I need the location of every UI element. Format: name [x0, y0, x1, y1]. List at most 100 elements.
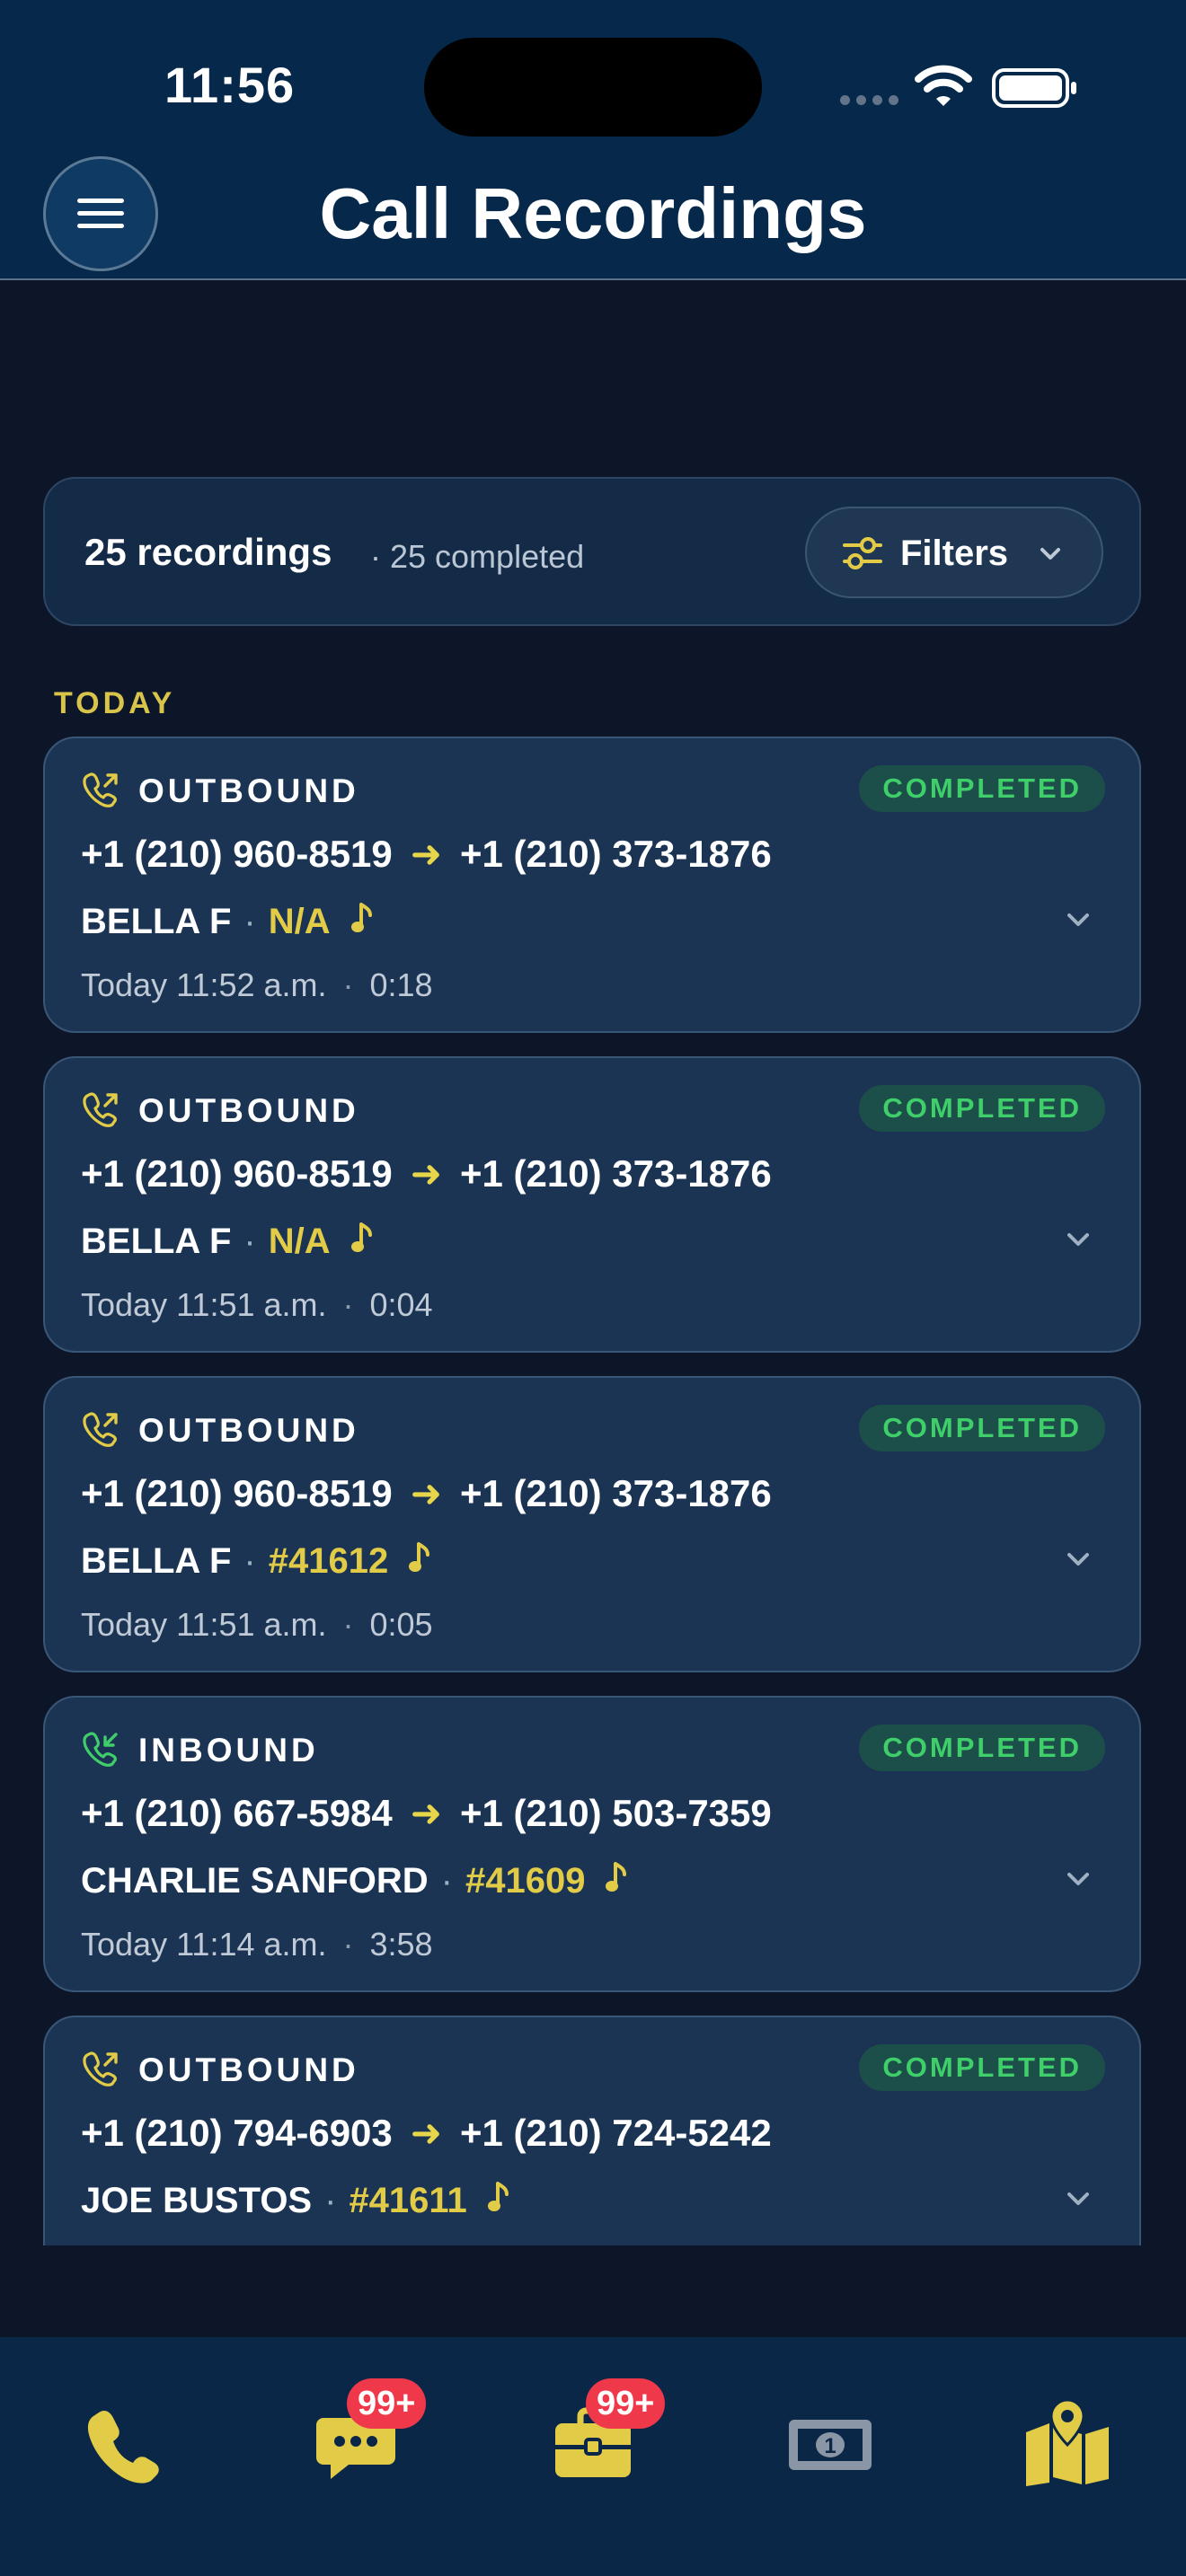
tab-calls[interactable] — [77, 2398, 167, 2488]
arrow-right-icon: ➜ — [410, 1792, 442, 1834]
call-time-line: Today 11:51 a.m. · 0:05 — [81, 1606, 433, 1644]
call-direction: OUTBOUND — [138, 2051, 359, 2088]
svg-text:1: 1 — [824, 2434, 836, 2458]
chevron-down-icon[interactable] — [1064, 905, 1093, 939]
status-badge: COMPLETED — [859, 1405, 1105, 1451]
cellular-signal-icon — [840, 93, 905, 110]
inbound-call-icon — [81, 1730, 120, 1774]
contact-name: BELLA F — [81, 902, 232, 941]
outbound-call-icon — [81, 2050, 120, 2094]
recording-card[interactable]: OUTBOUND COMPLETED +1 (210) 960-8519 ➜ +1 (2… — [43, 737, 1141, 1033]
call-direction: INBOUND — [138, 1732, 319, 1769]
call-numbers: +1 (210) 667-5984 ➜ +1 (210) 503-7359 — [81, 1791, 772, 1835]
status-badge: COMPLETED — [859, 1725, 1105, 1771]
call-meta: BELLA F · #41612 — [81, 1541, 431, 1584]
call-time: Today 11:51 a.m. — [81, 1606, 327, 1643]
job-reference: #41611 — [349, 2181, 467, 2220]
tab-bar: 99+ 99+ 1 — [0, 2337, 1186, 2576]
call-numbers: +1 (210) 960-8519 ➜ +1 (210) 373-1876 — [81, 1151, 772, 1195]
call-duration: 0:18 — [369, 966, 433, 1003]
call-numbers: +1 (210) 960-8519 ➜ +1 (210) 373-1876 — [81, 832, 772, 876]
to-number: +1 (210) 373-1876 — [459, 1472, 772, 1514]
separator-dot: · — [243, 1541, 256, 1581]
to-number: +1 (210) 373-1876 — [459, 833, 772, 875]
summary-card: 25 recordings · 25 completed Filters — [43, 477, 1141, 626]
job-reference: N/A — [268, 1222, 331, 1261]
music-note-icon — [605, 1862, 628, 1903]
call-numbers: +1 (210) 794-6903 ➜ +1 (210) 724-5242 — [81, 2111, 772, 2155]
call-direction: OUTBOUND — [138, 1412, 359, 1449]
filters-label: Filters — [900, 534, 1009, 573]
tab-payments[interactable]: 1 — [785, 2398, 875, 2488]
contact-name: BELLA F — [81, 1222, 232, 1261]
from-number: +1 (210) 960-8519 — [81, 1472, 393, 1514]
recording-card[interactable]: OUTBOUND COMPLETED +1 (210) 794-6903 ➜ +1 (2… — [43, 2016, 1141, 2245]
separator-dot: · — [243, 1222, 256, 1261]
chevron-down-icon[interactable] — [1064, 1545, 1093, 1578]
call-meta: CHARLIE SANFORD · #41609 — [81, 1861, 628, 1903]
recording-card[interactable]: OUTBOUND COMPLETED +1 (210) 960-8519 ➜ +1 (2… — [43, 1056, 1141, 1353]
call-time-line: Today 11:14 a.m. · 3:58 — [81, 1926, 433, 1963]
job-reference: N/A — [268, 902, 331, 941]
from-number: +1 (210) 667-5984 — [81, 1792, 393, 1834]
music-note-icon — [408, 1542, 431, 1584]
to-number: +1 (210) 373-1876 — [459, 1152, 772, 1195]
call-duration: 3:58 — [369, 1926, 433, 1963]
chevron-down-icon — [1040, 548, 1060, 560]
recording-card[interactable]: OUTBOUND COMPLETED +1 (210) 960-8519 ➜ +1 (2… — [43, 1376, 1141, 1672]
separator-dot: · — [324, 2181, 337, 2220]
map-icon — [1026, 2398, 1109, 2486]
contact-name: BELLA F — [81, 1541, 232, 1581]
recording-card[interactable]: INBOUND COMPLETED +1 (210) 667-5984 ➜ +1 (21… — [43, 1696, 1141, 1992]
music-note-icon — [350, 1222, 374, 1264]
from-number: +1 (210) 960-8519 — [81, 1152, 393, 1195]
arrow-right-icon: ➜ — [410, 2112, 442, 2154]
separator-dot: · — [440, 1861, 453, 1901]
chevron-down-icon[interactable] — [1064, 1865, 1093, 1898]
call-time: Today 11:51 a.m. — [81, 1286, 327, 1323]
status-time: 11:56 — [164, 57, 296, 113]
battery-icon — [992, 68, 1076, 108]
status-badge: COMPLETED — [859, 765, 1105, 812]
music-note-icon — [350, 903, 374, 944]
contact-name: JOE BUSTOS — [81, 2181, 313, 2220]
outbound-call-icon — [81, 1090, 120, 1134]
separator-dot: · — [342, 1286, 354, 1323]
page-title: Call Recordings — [319, 173, 867, 253]
section-label-today: TODAY — [54, 686, 176, 720]
job-reference: #41609 — [465, 1861, 586, 1901]
status-badge: COMPLETED — [859, 2044, 1105, 2091]
music-note-icon — [487, 2182, 510, 2223]
call-meta: JOE BUSTOS · #41611 — [81, 2181, 510, 2223]
call-meta: BELLA F · N/A — [81, 1222, 374, 1264]
arrow-right-icon: ➜ — [410, 1472, 442, 1514]
jobs-badge: 99+ — [586, 2378, 666, 2429]
arrow-right-icon: ➜ — [410, 833, 442, 875]
call-time-line: Today 11:51 a.m. · 0:04 — [81, 1286, 433, 1324]
call-time: Today 11:52 a.m. — [81, 966, 327, 1003]
status-badge: COMPLETED — [859, 1085, 1105, 1132]
call-time: Today 11:14 a.m. — [81, 1926, 327, 1963]
job-reference: #41612 — [268, 1541, 389, 1581]
from-number: +1 (210) 794-6903 — [81, 2112, 393, 2154]
completed-count: · 25 completed — [370, 538, 585, 575]
messages-badge: 99+ — [347, 2378, 427, 2429]
call-numbers: +1 (210) 960-8519 ➜ +1 (210) 373-1876 — [81, 1471, 772, 1515]
arrow-right-icon: ➜ — [410, 1152, 442, 1195]
to-number: +1 (210) 503-7359 — [459, 1792, 772, 1834]
dynamic-island — [424, 38, 762, 137]
outbound-call-icon — [81, 1410, 120, 1454]
chevron-down-icon[interactable] — [1064, 2184, 1093, 2218]
phone-icon — [87, 2411, 159, 2483]
money-icon: 1 — [789, 2420, 872, 2470]
call-time-line: Today 11:52 a.m. · 0:18 — [81, 966, 433, 1004]
chevron-down-icon[interactable] — [1064, 1225, 1093, 1258]
from-number: +1 (210) 960-8519 — [81, 833, 393, 875]
filters-button[interactable]: Filters — [805, 507, 1103, 598]
separator-dot: · — [342, 1606, 354, 1643]
tab-map[interactable] — [1022, 2398, 1112, 2488]
app-header: 11:56 Call Recordings — [0, 0, 1186, 280]
recordings-list: OUTBOUND COMPLETED +1 (210) 960-8519 ➜ +1 (2… — [0, 737, 1186, 2245]
to-number: +1 (210) 724-5242 — [459, 2112, 772, 2154]
call-meta: BELLA F · N/A — [81, 902, 374, 944]
